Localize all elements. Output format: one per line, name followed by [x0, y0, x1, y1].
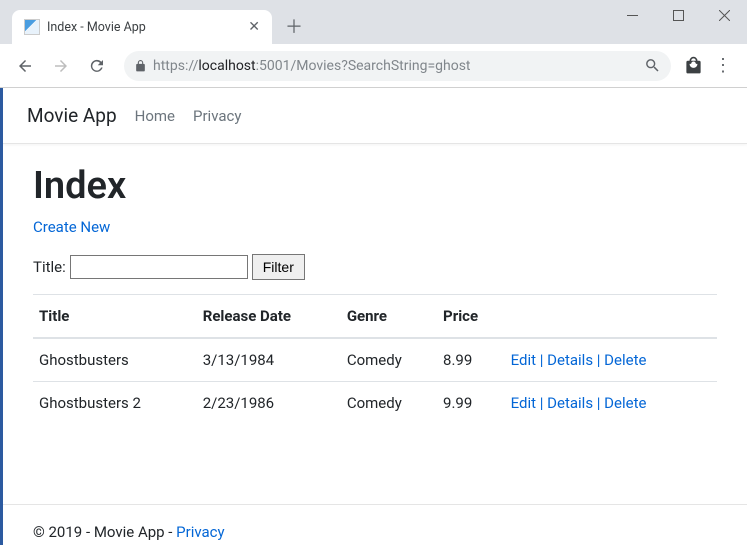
minimize-button[interactable] [609, 0, 655, 30]
favicon-icon [24, 19, 40, 35]
table-row: Ghostbusters 2 2/23/1986 Comedy 9.99 Edi… [33, 382, 717, 425]
main-container: Index Create New Title: Filter Title Rel… [3, 144, 747, 454]
footer-privacy-link[interactable]: Privacy [176, 523, 224, 541]
new-tab-button[interactable]: ＋ [280, 12, 308, 40]
maximize-button[interactable] [655, 0, 701, 30]
address-bar[interactable]: https://localhost:5001/Movies?SearchStri… [124, 51, 671, 81]
filter-button[interactable]: Filter [252, 254, 305, 280]
url-text: https://localhost:5001/Movies?SearchStri… [153, 58, 471, 74]
tab-title: Index - Movie App [47, 20, 241, 35]
close-tab-icon[interactable]: ✕ [248, 19, 260, 35]
brand-link[interactable]: Movie App [27, 104, 117, 127]
delete-link[interactable]: Delete [604, 351, 646, 369]
cell-title: Ghostbusters [33, 338, 197, 382]
edit-link[interactable]: Edit [511, 351, 536, 369]
back-button[interactable] [10, 51, 40, 81]
th-title: Title [33, 295, 197, 339]
details-link[interactable]: Details [547, 351, 593, 369]
search-icon[interactable] [644, 57, 661, 74]
page-title: Index [33, 164, 717, 208]
page-footer: © 2019 - Movie App - Privacy [3, 504, 747, 545]
cell-price: 9.99 [437, 382, 505, 425]
th-actions [505, 295, 717, 339]
reload-button[interactable] [82, 51, 112, 81]
close-window-button[interactable] [701, 0, 747, 30]
account-icon[interactable] [683, 56, 703, 76]
filter-row: Title: Filter [33, 254, 717, 280]
create-new-link[interactable]: Create New [33, 218, 110, 236]
cell-price: 8.99 [437, 338, 505, 382]
cell-release-date: 3/13/1984 [197, 338, 341, 382]
page-viewport[interactable]: Movie App Home Privacy Index Create New … [0, 88, 747, 545]
cell-release-date: 2/23/1986 [197, 382, 341, 425]
edit-link[interactable]: Edit [511, 394, 536, 412]
cell-genre: Comedy [341, 382, 437, 425]
table-row: Ghostbusters 3/13/1984 Comedy 8.99 Edit … [33, 338, 717, 382]
th-genre: Genre [341, 295, 437, 339]
cell-genre: Comedy [341, 338, 437, 382]
lock-icon [134, 59, 147, 73]
delete-link[interactable]: Delete [604, 394, 646, 412]
footer-copyright: © 2019 - Movie App - [33, 523, 176, 541]
browser-titlebar: Index - Movie App ✕ ＋ [0, 0, 747, 44]
cell-actions: Edit | Details | Delete [505, 338, 717, 382]
details-link[interactable]: Details [547, 394, 593, 412]
browser-tab[interactable]: Index - Movie App ✕ [12, 10, 272, 44]
menu-button[interactable]: ⋮ [709, 52, 737, 80]
title-filter-input[interactable] [70, 255, 248, 279]
browser-toolbar: https://localhost:5001/Movies?SearchStri… [0, 44, 747, 88]
th-price: Price [437, 295, 505, 339]
window-controls [609, 0, 747, 30]
nav-home-link[interactable]: Home [135, 107, 175, 125]
filter-label: Title: [33, 258, 66, 276]
movies-table: Title Release Date Genre Price Ghostbust… [33, 294, 717, 424]
table-header-row: Title Release Date Genre Price [33, 295, 717, 339]
nav-privacy-link[interactable]: Privacy [193, 107, 241, 125]
cell-title: Ghostbusters 2 [33, 382, 197, 425]
site-navbar: Movie App Home Privacy [3, 88, 747, 144]
th-release-date: Release Date [197, 295, 341, 339]
cell-actions: Edit | Details | Delete [505, 382, 717, 425]
forward-button[interactable] [46, 51, 76, 81]
